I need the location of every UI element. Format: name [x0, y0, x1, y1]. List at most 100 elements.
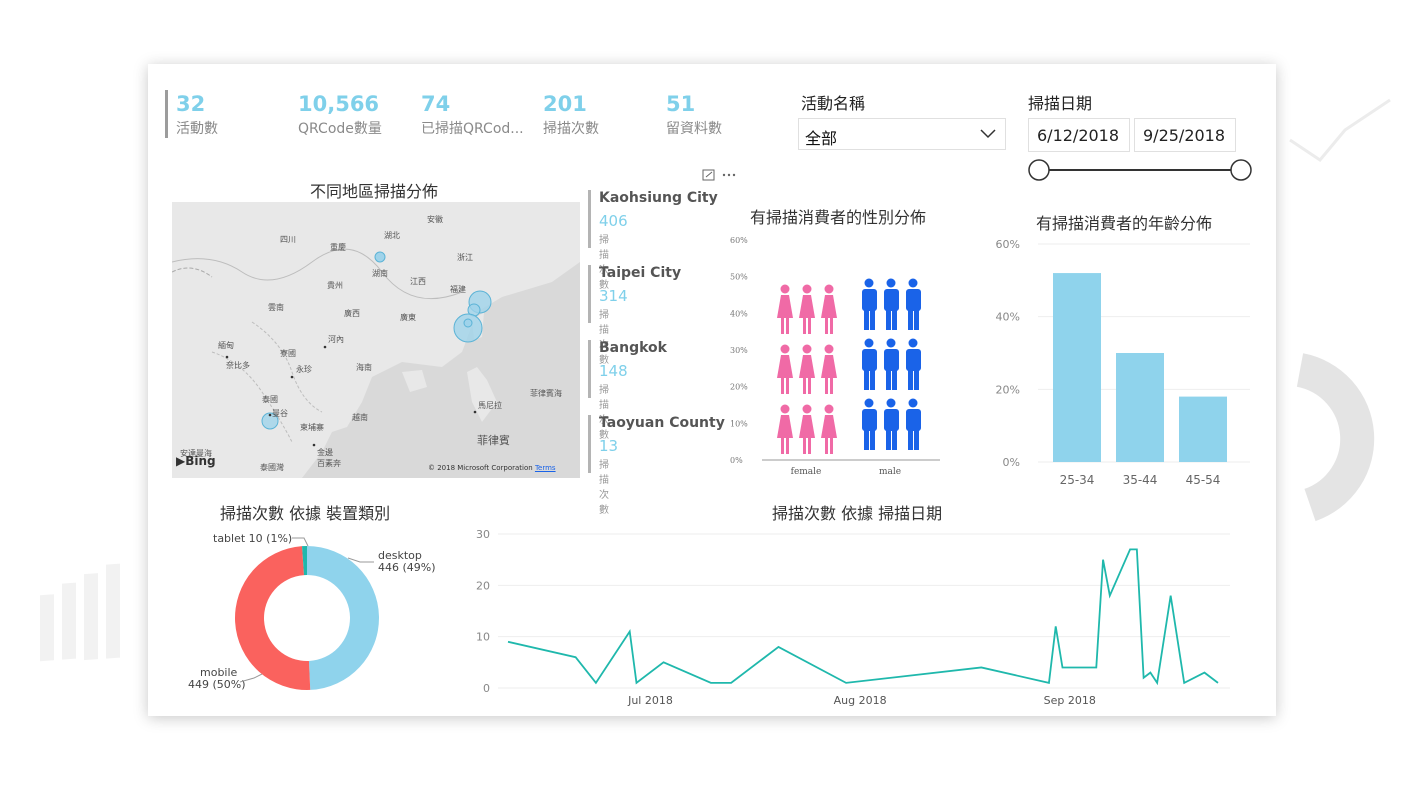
person-leg — [908, 369, 913, 390]
map-label: 湖北 — [384, 231, 400, 240]
person-leg — [781, 318, 784, 334]
female-person-icon — [799, 284, 815, 334]
person-leg — [808, 378, 811, 394]
age-bar[interactable] — [1179, 396, 1227, 462]
person-head — [908, 278, 918, 288]
dashboard-card: 32 活動數 10,566 QRCode數量 74 已掃描QRCod... 20… — [148, 64, 1276, 716]
desktop-leader — [347, 557, 374, 563]
gender-bar-male[interactable] — [862, 278, 921, 451]
map-label: 柬埔寨 — [300, 423, 324, 432]
person-head — [802, 404, 812, 414]
person-head — [864, 338, 874, 348]
person-leg — [803, 378, 806, 394]
map-label: 百素奔 — [317, 459, 341, 468]
slider-start-handle[interactable] — [1028, 159, 1050, 181]
male-person-icon — [862, 278, 877, 330]
x-tick-label: 35-44 — [1123, 473, 1158, 487]
person-leg — [892, 369, 897, 390]
tablet-leader — [292, 537, 309, 547]
map-copyright: © 2018 Microsoft Corporation — [428, 464, 533, 472]
slider-end-handle[interactable] — [1230, 159, 1252, 181]
scan-date-line-chart[interactable]: 30 20 10 0 Jul 2018 Aug 2018 Sep 2018 — [458, 524, 1238, 712]
male-person-icon — [884, 338, 899, 390]
person-leg — [908, 429, 913, 450]
person-leg — [786, 438, 789, 454]
mobile-value: 449 (50%) — [188, 678, 246, 691]
person-leg — [786, 318, 789, 334]
person-leg — [808, 318, 811, 334]
map-label: 廣東 — [400, 313, 416, 322]
map-terms-link[interactable]: Terms — [535, 464, 556, 472]
gender-bar-female[interactable] — [777, 284, 837, 455]
device-chart-title: 掃描次數 依據 裝置類別 — [220, 504, 391, 523]
map-label: 貴州 — [327, 281, 343, 290]
person-leg — [781, 438, 784, 454]
age-chart-title: 有掃描消費者的年齡分佈 — [1036, 214, 1213, 233]
age-chart[interactable]: 60% 40% 20% 0% 25-34 35-44 45-54 — [988, 232, 1258, 492]
y-tick-label: 60% — [996, 238, 1020, 251]
map-label: 海南 — [356, 363, 372, 372]
map-label: 越南 — [352, 413, 368, 422]
map-label: 河內 — [328, 335, 344, 344]
x-tick-label: Sep 2018 — [1044, 694, 1096, 707]
scan-map[interactable]: 四川 湖北 安徽 重慶 湖南 浙江 貴州 江西 福建 雲南 廣西 廣東 緬甸 河… — [172, 202, 580, 478]
person-dress — [799, 355, 815, 378]
age-bar[interactable] — [1116, 353, 1164, 462]
map-label: 緬甸 — [218, 341, 234, 350]
person-leg — [870, 369, 875, 390]
kpi-label: 已掃描QRCod... — [421, 121, 524, 137]
person-head — [802, 344, 812, 354]
more-options-icon[interactable] — [722, 173, 736, 177]
desktop-value: 446 (49%) — [378, 561, 436, 574]
age-bar[interactable] — [1053, 273, 1101, 462]
map-label: 菲律賓海 — [530, 389, 562, 398]
person-head — [824, 284, 834, 294]
y-tick-label: 40% — [730, 309, 748, 318]
kpi-activity-count: 32 活動數 — [176, 92, 218, 138]
activity-dropdown[interactable]: 全部 — [798, 118, 1006, 150]
person-leg — [892, 309, 897, 330]
city-value: 148 — [599, 362, 628, 380]
city-value: 406 — [599, 212, 628, 230]
person-dress — [821, 295, 837, 318]
bing-text: Bing — [185, 454, 216, 468]
person-head — [864, 278, 874, 288]
person-torso — [862, 349, 877, 371]
gender-chart[interactable]: 60% 50% 40% 30% 20% 10% 0% female male — [728, 232, 948, 480]
map-label: 奈比多 — [226, 361, 250, 370]
female-person-icon — [777, 284, 793, 334]
city-name: Bangkok — [599, 340, 667, 356]
end-date-input[interactable]: 9/25/2018 — [1134, 118, 1236, 152]
donut-slice-mobile[interactable] — [235, 546, 311, 690]
person-leg — [914, 309, 919, 330]
person-head — [864, 398, 874, 408]
person-torso — [862, 409, 877, 431]
map-label: 寮國 — [280, 349, 296, 358]
person-leg — [808, 438, 811, 454]
start-date-input[interactable]: 6/12/2018 — [1028, 118, 1130, 152]
city-name: Taoyuan County — [599, 415, 725, 431]
donut-slice-desktop[interactable] — [307, 546, 379, 690]
city-sub-label: 掃描次數 — [599, 385, 609, 441]
person-leg — [786, 378, 789, 394]
person-dress — [777, 355, 793, 378]
female-person-icon — [777, 404, 793, 454]
device-donut-chart[interactable]: tablet 10 (1%) desktop 446 (49%) mobile … — [188, 526, 488, 706]
date-range-slider[interactable] — [1026, 156, 1256, 184]
female-person-icon — [821, 344, 837, 394]
focus-mode-icon[interactable] — [702, 169, 715, 181]
person-leg — [886, 369, 891, 390]
person-leg — [886, 309, 891, 330]
person-dress — [777, 415, 793, 438]
person-torso — [862, 289, 877, 311]
map-label: 福建 — [450, 285, 466, 294]
person-leg — [870, 309, 875, 330]
city-bar — [588, 340, 591, 398]
map-label: 泰國灣 — [260, 463, 284, 472]
map-label: 重慶 — [330, 243, 346, 252]
female-person-icon — [799, 344, 815, 394]
scan-series-line[interactable] — [507, 548, 1219, 686]
kpi-lead-count: 51 留資料數 — [666, 92, 722, 138]
person-torso — [884, 409, 899, 431]
city-name: Taipei City — [599, 265, 682, 281]
